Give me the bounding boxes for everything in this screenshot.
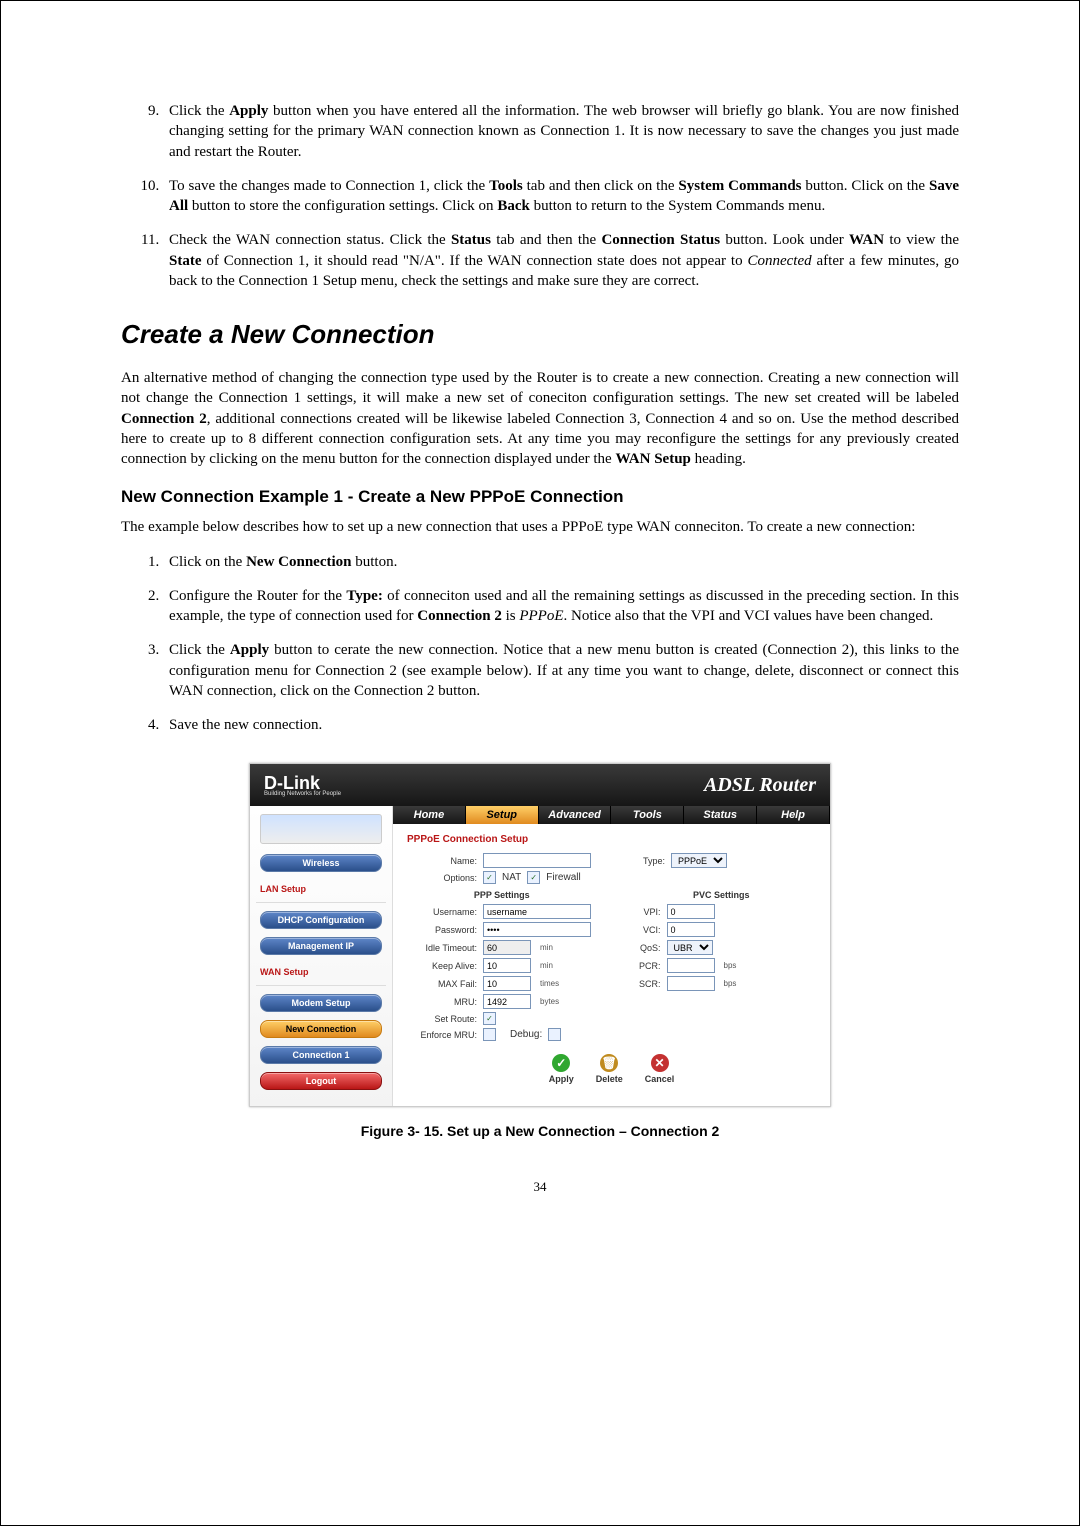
keep-alive-input[interactable] — [483, 958, 531, 973]
scr-input[interactable] — [667, 976, 715, 991]
delete-button[interactable]: 🗑Delete — [596, 1054, 623, 1084]
firewall-checkbox[interactable] — [527, 871, 540, 884]
ppp-settings-title: PPP Settings — [407, 890, 597, 900]
name-label: Name: — [407, 856, 477, 866]
tab-status[interactable]: Status — [684, 806, 757, 824]
trash-icon: 🗑 — [600, 1054, 618, 1072]
intro-paragraph: An alternative method of changing the co… — [121, 368, 959, 469]
firewall-label: Firewall — [546, 872, 580, 883]
qos-select[interactable]: UBR — [667, 940, 713, 955]
step-b1: Click on the New Connection button. — [163, 552, 959, 572]
nat-checkbox[interactable] — [483, 871, 496, 884]
sidebar-wan-header: WAN Setup — [256, 961, 386, 979]
router-logo: D-Link Building Networks for People — [264, 773, 341, 797]
step-b2: Configure the Router for the Type: of co… — [163, 586, 959, 627]
check-icon: ✓ — [552, 1054, 570, 1072]
router-title: ADSL Router — [704, 774, 816, 797]
vpi-input[interactable] — [667, 904, 715, 919]
options-label: Options: — [407, 873, 477, 883]
step-11: Check the WAN connection status. Click t… — [163, 230, 959, 291]
action-buttons: ✓Apply 🗑Delete ✕Cancel — [407, 1054, 816, 1084]
sidebar-lan-header: LAN Setup — [256, 878, 386, 896]
example-intro: The example below describes how to set u… — [121, 517, 959, 537]
idle-timeout-input[interactable] — [483, 940, 531, 955]
instruction-list-b: Click on the New Connection button. Conf… — [121, 552, 959, 736]
type-label: Type: — [631, 856, 665, 866]
set-route-checkbox[interactable] — [483, 1012, 496, 1025]
tab-home[interactable]: Home — [393, 806, 466, 824]
nat-label: NAT — [502, 872, 521, 883]
instruction-list-a: Click the Apply button when you have ent… — [121, 101, 959, 291]
router-ui-screenshot: D-Link Building Networks for People ADSL… — [249, 763, 831, 1107]
username-input[interactable] — [483, 904, 591, 919]
device-image — [260, 814, 382, 844]
max-fail-input[interactable] — [483, 976, 531, 991]
sidebar-dhcp[interactable]: DHCP Configuration — [260, 911, 382, 929]
ppp-settings-column: PPP Settings Username: Password: Idle Ti… — [407, 890, 597, 1044]
sidebar-wireless[interactable]: Wireless — [260, 854, 382, 872]
document-page: Click the Apply button when you have ent… — [0, 0, 1080, 1526]
tab-tools[interactable]: Tools — [611, 806, 684, 824]
router-tabs: Home Setup Advanced Tools Status Help — [393, 806, 830, 824]
tab-advanced[interactable]: Advanced — [539, 806, 612, 824]
debug-checkbox[interactable] — [548, 1028, 561, 1041]
type-select[interactable]: PPPoE — [671, 853, 727, 868]
sidebar-new-connection[interactable]: New Connection — [260, 1020, 382, 1038]
pvc-settings-column: PVC Settings VPI: VCI: QoS:UBR PCR:bps S… — [627, 890, 817, 1044]
section-heading: Create a New Connection — [121, 319, 959, 350]
name-input[interactable] — [483, 853, 591, 868]
router-sidebar: Wireless LAN Setup DHCP Configuration Ma… — [250, 806, 393, 1106]
sidebar-mgmt-ip[interactable]: Management IP — [260, 937, 382, 955]
step-b3: Click the Apply button to cerate the new… — [163, 640, 959, 701]
apply-button[interactable]: ✓Apply — [549, 1054, 574, 1084]
sidebar-modem-setup[interactable]: Modem Setup — [260, 994, 382, 1012]
step-9: Click the Apply button when you have ent… — [163, 101, 959, 162]
tab-help[interactable]: Help — [757, 806, 830, 824]
password-input[interactable] — [483, 922, 591, 937]
router-header: D-Link Building Networks for People ADSL… — [250, 764, 830, 806]
pcr-input[interactable] — [667, 958, 715, 973]
cancel-button[interactable]: ✕Cancel — [645, 1054, 675, 1084]
mru-input[interactable] — [483, 994, 531, 1009]
sidebar-connection-1[interactable]: Connection 1 — [260, 1046, 382, 1064]
pvc-settings-title: PVC Settings — [627, 890, 817, 900]
tab-setup[interactable]: Setup — [466, 806, 539, 824]
router-main: Home Setup Advanced Tools Status Help PP… — [393, 806, 830, 1106]
x-icon: ✕ — [651, 1054, 669, 1072]
figure-caption: Figure 3- 15. Set up a New Connection – … — [121, 1123, 959, 1139]
sidebar-logout[interactable]: Logout — [260, 1072, 382, 1090]
vci-input[interactable] — [667, 922, 715, 937]
enforce-mru-checkbox[interactable] — [483, 1028, 496, 1041]
step-10: To save the changes made to Connection 1… — [163, 176, 959, 217]
pane-title: PPPoE Connection Setup — [407, 834, 816, 845]
step-b4: Save the new connection. — [163, 715, 959, 735]
page-number: 34 — [121, 1179, 959, 1195]
subsection-heading: New Connection Example 1 - Create a New … — [121, 487, 959, 507]
